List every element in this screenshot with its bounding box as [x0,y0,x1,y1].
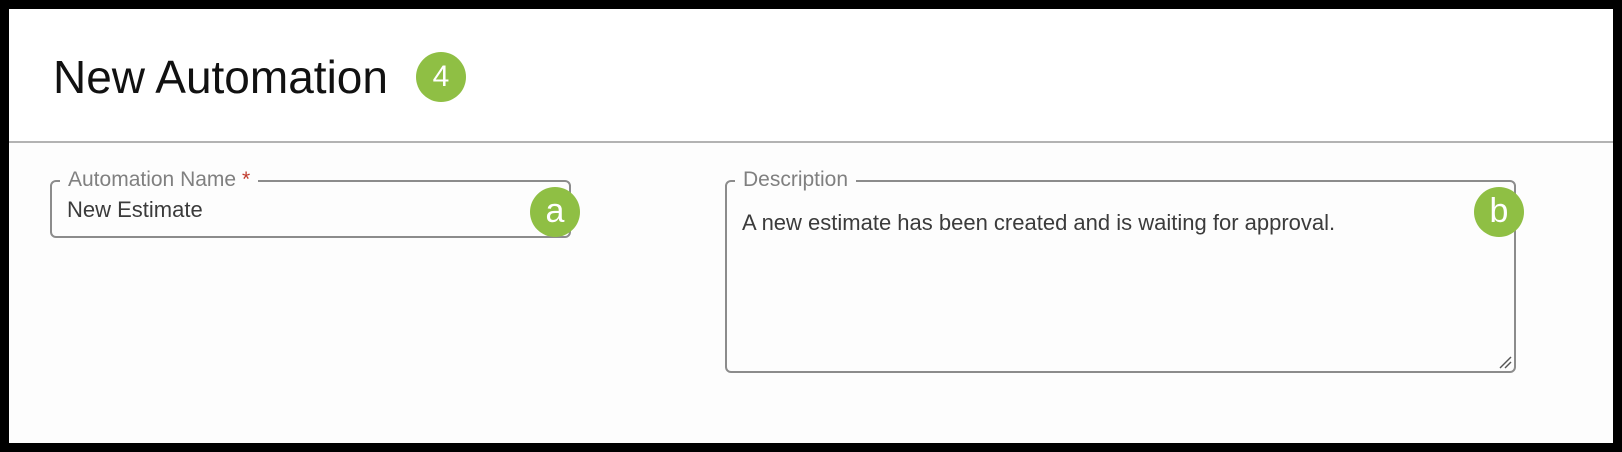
callout-badge-b: b [1474,187,1524,237]
automation-panel: New Automation 4 Automation Name * New E… [9,9,1613,443]
automation-name-input[interactable]: New Estimate [67,196,203,224]
required-marker: * [241,168,251,191]
automation-name-label: Automation Name * [60,167,259,193]
description-field[interactable]: Description A new estimate has been crea… [725,167,1516,373]
resize-grip-icon[interactable] [1498,355,1512,369]
automation-name-field[interactable]: Automation Name * New Estimate [50,167,571,238]
step-badge-4: 4 [416,52,466,102]
description-label: Description [735,167,857,193]
page-title: New Automation [53,51,388,103]
automation-name-label-text: Automation Name [68,168,237,191]
callout-badge-a: a [530,187,580,237]
panel-header: New Automation 4 [9,9,1613,143]
description-textarea[interactable]: A new estimate has been created and is w… [742,208,1335,238]
